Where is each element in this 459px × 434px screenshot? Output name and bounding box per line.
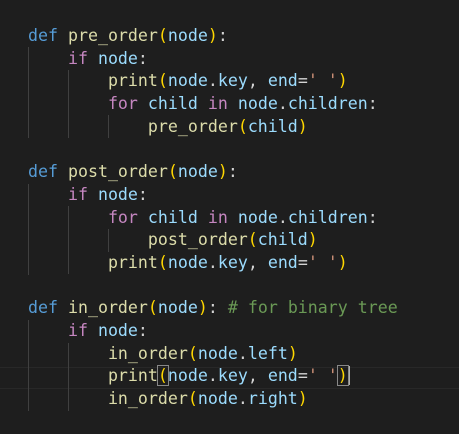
- matched-bracket-close: ): [336, 365, 349, 387]
- code-content[interactable]: def pre_order(node): if node: print(node…: [28, 25, 398, 411]
- comment: # for binary tree: [227, 298, 398, 318]
- keyword-in: in: [207, 94, 228, 114]
- keyword-if: if: [67, 320, 88, 340]
- keyword-if: if: [67, 184, 88, 204]
- code-line: in_order(node.right): [107, 389, 308, 408]
- var-node: node: [237, 207, 278, 227]
- param-node: node: [167, 26, 208, 45]
- kwarg-end: end: [267, 71, 298, 91]
- keyword-def: def: [28, 162, 58, 182]
- builtin-print: print: [107, 71, 158, 91]
- builtin-print: print: [107, 252, 158, 272]
- var-node: node: [97, 48, 138, 68]
- attr-children: children: [287, 207, 368, 227]
- function-call: pre_order: [147, 116, 238, 136]
- keyword-in: in: [207, 207, 228, 227]
- attr-right: right: [247, 389, 298, 408]
- string-literal: ' ': [307, 71, 338, 91]
- builtin-print: print: [107, 366, 158, 386]
- keyword-for: for: [107, 207, 138, 227]
- var-node: node: [167, 71, 208, 91]
- code-line: if node:: [67, 320, 148, 340]
- function-name: in_order: [67, 298, 148, 318]
- code-line-current: print(node.key, end=' '): [107, 365, 350, 387]
- kwarg-end: end: [267, 252, 298, 272]
- var-node: node: [167, 252, 208, 272]
- matched-bracket-open: (: [156, 365, 169, 387]
- code-line: for child in node.children:: [107, 207, 378, 227]
- text-cursor: [347, 366, 350, 386]
- var-child: child: [147, 94, 198, 114]
- code-line: if node:: [67, 184, 148, 204]
- var-node: node: [197, 389, 238, 408]
- attr-key: key: [217, 366, 248, 386]
- attr-children: children: [287, 94, 368, 114]
- attr-left: left: [247, 343, 288, 363]
- code-line: if node:: [67, 48, 148, 68]
- keyword-def: def: [28, 298, 58, 318]
- code-line: post_order(child): [147, 230, 318, 250]
- var-child: child: [257, 230, 308, 250]
- string-literal: ' ': [307, 366, 338, 386]
- attr-key: key: [217, 71, 248, 91]
- var-node: node: [197, 343, 238, 363]
- code-line: print(node.key, end=' '): [107, 252, 348, 272]
- param-node: node: [177, 162, 218, 182]
- code-line: in_order(node.left): [107, 343, 298, 363]
- code-line: pre_order(child): [147, 116, 308, 136]
- var-child: child: [147, 207, 198, 227]
- code-line: print(node.key, end=' '): [107, 71, 348, 91]
- var-node: node: [97, 320, 138, 340]
- var-node: node: [97, 184, 138, 204]
- keyword-for: for: [107, 94, 138, 114]
- function-call: in_order: [107, 389, 188, 408]
- function-name: pre_order: [67, 26, 158, 45]
- param-node: node: [157, 298, 198, 318]
- code-line: def in_order(node): # for binary tree: [28, 298, 398, 318]
- keyword-def: def: [28, 26, 58, 45]
- keyword-if: if: [67, 48, 88, 68]
- var-child: child: [247, 116, 298, 136]
- kwarg-end: end: [267, 366, 298, 386]
- code-line: for child in node.children:: [107, 94, 378, 114]
- var-node: node: [167, 366, 208, 386]
- code-line: def pre_order(node):: [28, 26, 228, 45]
- string-literal: ' ': [307, 252, 338, 272]
- function-name: post_order: [67, 162, 168, 182]
- attr-key: key: [217, 252, 248, 272]
- function-call: post_order: [147, 230, 248, 250]
- function-call: in_order: [107, 343, 188, 363]
- var-node: node: [237, 94, 278, 114]
- code-line: def post_order(node):: [28, 162, 238, 182]
- code-editor[interactable]: def pre_order(node): if node: print(node…: [0, 0, 459, 434]
